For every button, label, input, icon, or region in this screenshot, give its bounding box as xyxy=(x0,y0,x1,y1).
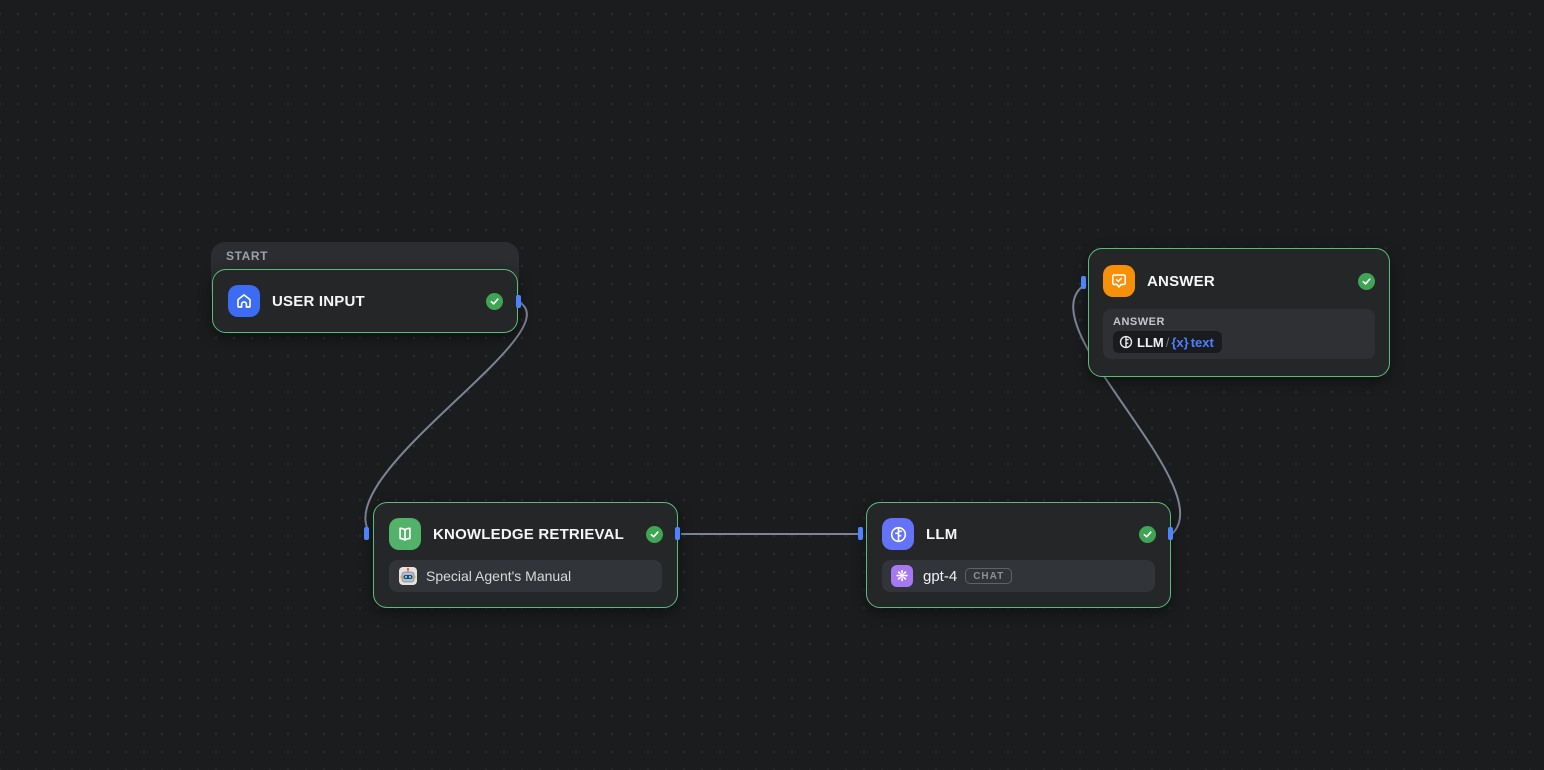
home-icon xyxy=(228,285,260,317)
answer-panel-label: ANSWER xyxy=(1113,316,1165,328)
handle-knowledge-retrieval-source[interactable] xyxy=(675,527,680,540)
node-user-input[interactable]: USER INPUT xyxy=(212,269,518,333)
node-title: KNOWLEDGE RETRIEVAL xyxy=(433,525,625,543)
variable-separator: / xyxy=(1165,334,1170,350)
model-mode-badge: CHAT xyxy=(965,568,1013,584)
llm-header: LLM xyxy=(867,503,1170,560)
node-knowledge-retrieval[interactable]: KNOWLEDGE RETRIEVAL Special Agent's Manu… xyxy=(373,502,678,608)
dataset-row[interactable]: Special Agent's Manual xyxy=(389,560,662,592)
model-row[interactable]: ❋ gpt-4 CHAT xyxy=(882,560,1155,592)
success-status-icon xyxy=(1358,272,1375,290)
handle-answer-target[interactable] xyxy=(1081,276,1086,289)
answer-output-panel: ANSWER LLM / {x} text xyxy=(1103,309,1375,359)
knowledge-retrieval-header: KNOWLEDGE RETRIEVAL xyxy=(374,503,677,560)
edge-layer xyxy=(364,283,1181,535)
dataset-name: Special Agent's Manual xyxy=(426,568,572,584)
workflow-canvas[interactable]: START USER INPUT KNOWLEDGE RETRIEVAL Spe… xyxy=(0,0,1544,770)
openai-icon: ❋ xyxy=(891,565,913,587)
open-book-icon xyxy=(389,518,421,550)
brain-circle-icon xyxy=(1119,335,1133,349)
node-llm[interactable]: LLM ❋ gpt-4 CHAT xyxy=(866,502,1171,608)
success-status-icon xyxy=(1139,525,1156,543)
handle-knowledge-retrieval-target[interactable] xyxy=(364,527,369,540)
variable-chip[interactable]: LLM / {x} text xyxy=(1113,331,1222,353)
node-title: USER INPUT xyxy=(272,292,365,310)
edge-user-input-to-knowledge-retrieval[interactable] xyxy=(364,301,528,531)
success-status-icon xyxy=(646,525,663,543)
brain-circle-icon xyxy=(882,518,914,550)
answer-header: ANSWER xyxy=(1089,249,1389,309)
node-title: LLM xyxy=(926,525,958,543)
start-group-label: START xyxy=(226,249,269,263)
handle-llm-source[interactable] xyxy=(1168,527,1173,540)
node-answer[interactable]: ANSWER ANSWER LLM / {x} text xyxy=(1088,248,1390,377)
variable-x-icon: {x} xyxy=(1171,334,1189,350)
handle-llm-target[interactable] xyxy=(858,527,863,540)
variable-field-name: text xyxy=(1190,334,1214,350)
node-title: ANSWER xyxy=(1147,272,1215,290)
robot-emoji-icon xyxy=(399,567,417,585)
success-status-icon xyxy=(486,292,503,310)
model-name: gpt-4 xyxy=(923,567,958,585)
user-input-header: USER INPUT xyxy=(213,270,517,331)
chat-check-icon xyxy=(1103,265,1135,297)
handle-user-input-source[interactable] xyxy=(516,295,521,308)
variable-node-name: LLM xyxy=(1137,334,1164,350)
